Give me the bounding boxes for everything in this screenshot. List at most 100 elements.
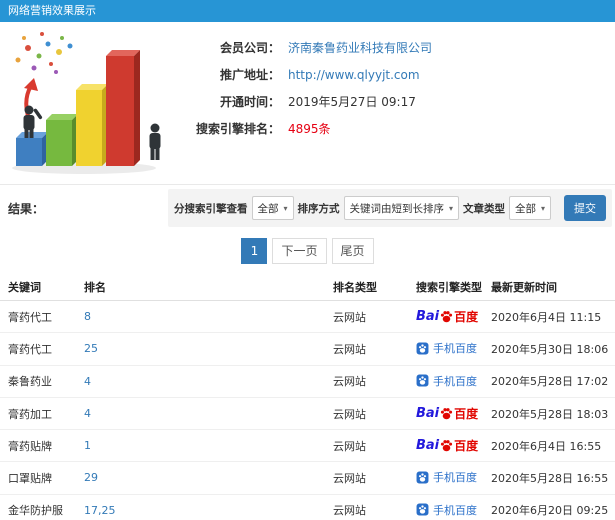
mobile-baidu-label: 手机百度 [433, 374, 477, 388]
updated-cell: 2020年6月20日 09:25 [487, 494, 615, 520]
company-name-link[interactable]: 济南秦鲁药业科技有限公司 [288, 39, 432, 56]
baidu-paw-icon [441, 440, 453, 452]
open-time-value: 2019年5月27日 09:17 [288, 95, 416, 109]
updated-cell: 2020年5月28日 18:03 [487, 397, 615, 430]
table-header-row: 关键词 排名 排名类型 搜索引擎类型 最新更新时间 [0, 274, 615, 301]
article-type-filter-value: 全部 [515, 202, 537, 215]
updated-cell: 2020年6月4日 16:55 [487, 429, 615, 462]
engine-cell: 手机百度 [412, 365, 487, 398]
mobile-baidu-logo: 手机百度 [416, 340, 477, 356]
rank-link[interactable]: 4 [84, 407, 91, 420]
rank-type-cell: 云网站 [329, 494, 412, 520]
keyword-cell: 口罩贴牌 [0, 461, 80, 495]
submit-button[interactable]: 提交 [564, 195, 606, 221]
rank-cell: 29 [80, 461, 329, 495]
chevron-down-icon: ▾ [449, 203, 454, 213]
engine-cell: 手机百度 [412, 461, 487, 495]
company-label: 会员公司： [219, 41, 280, 55]
rank-cell: 1 [80, 429, 329, 462]
table-row: 膏药代工 8 云网站 Bai 百度 2020年6月4日 11:15 [0, 300, 615, 333]
col-header-3: 排名类型 [329, 274, 412, 301]
keyword-cell: 秦鲁药业 [0, 365, 80, 398]
rank-type-cell: 云网站 [329, 461, 412, 495]
rank-cell: 4 [80, 365, 329, 398]
businessman-right-icon [149, 123, 161, 160]
rank-cell: 4 [80, 397, 329, 430]
engine-cell: 手机百度 [412, 494, 487, 520]
engine-filter-value: 全部 [257, 202, 279, 215]
rank-link[interactable]: 17,25 [84, 504, 116, 517]
next-page-button[interactable]: 下一页 [272, 238, 327, 264]
company-info: 会员公司： 济南秦鲁药业科技有限公司 推广地址： http://www.qlyy… [180, 34, 432, 142]
engine-filter-label: 分搜索引擎查看 [174, 202, 248, 215]
table-row: 口罩贴牌 29 云网站 手机百度 2020年5月28日 16:55 [0, 461, 615, 495]
baidu-logo: Bai 百度 [416, 308, 478, 325]
promo-url-label: 推广地址： [219, 68, 280, 82]
col-header-1: 关键词 [0, 274, 80, 301]
mobile-baidu-logo: 手机百度 [416, 502, 477, 518]
page-title: 网络营销效果展示 [8, 4, 96, 17]
engine-cell: Bai 百度 [412, 300, 487, 333]
field-promo-url: 推广地址： http://www.qlyyjt.com [180, 61, 432, 88]
mobile-baidu-label: 手机百度 [433, 471, 477, 484]
rank-link[interactable]: 25 [84, 342, 98, 355]
mobile-baidu-logo: 手机百度 [416, 373, 477, 389]
chevron-down-icon: ▾ [283, 203, 288, 213]
rank-type-cell: 云网站 [329, 397, 412, 430]
mobile-baidu-icon [416, 374, 429, 387]
rank-type-cell: 云网站 [329, 429, 412, 462]
table-row: 金华防护服 17,25 云网站 手机百度 2020年6月20日 09:25 [0, 494, 615, 520]
engine-cell: 手机百度 [412, 332, 487, 366]
titlebar: 网络营销效果展示 [0, 0, 615, 22]
keyword-ranking-table: 关键词 排名 排名类型 搜索引擎类型 最新更新时间 膏药代工 8 云网站 Bai 百度 2020年… [0, 274, 615, 520]
sort-filter-select[interactable]: 关键词由短到长排序 ▾ [343, 196, 460, 220]
page-button-1[interactable]: 1 [241, 238, 268, 264]
article-type-filter-select[interactable]: 全部 ▾ [509, 196, 552, 220]
open-time-label: 开通时间： [219, 95, 280, 109]
keyword-cell: 膏药代工 [0, 332, 80, 366]
mobile-baidu-label: 手机百度 [433, 503, 477, 517]
field-open-time: 开通时间： 2019年5月27日 09:17 [180, 88, 432, 115]
baidu-logo-latin: Bai [416, 438, 440, 453]
field-company: 会员公司： 济南秦鲁药业科技有限公司 [180, 34, 432, 61]
engine-cell: Bai 百度 [412, 429, 487, 462]
keyword-cell: 膏药加工 [0, 397, 80, 430]
confetti-dots-icon [15, 32, 73, 74]
chart-illustration [2, 26, 176, 176]
rank-link[interactable]: 1 [84, 439, 91, 452]
field-rank-count: 搜索引擎排名： 4895条 [180, 115, 432, 142]
mobile-baidu-label: 手机百度 [433, 342, 477, 355]
rank-link[interactable]: 4 [84, 375, 91, 388]
keyword-cell: 膏药贴牌 [0, 429, 80, 462]
pagination: 1 下一页 尾页 [0, 238, 615, 264]
updated-cell: 2020年6月4日 11:15 [487, 300, 615, 333]
rank-link[interactable]: 8 [84, 310, 91, 323]
rank-link[interactable]: 29 [84, 471, 98, 484]
col-header-4: 搜索引擎类型 [412, 274, 487, 301]
baidu-logo-latin: Bai [416, 309, 440, 324]
table-row: 膏药加工 4 云网站 Bai 百度 2020年5月28日 18:03 [0, 397, 615, 430]
rank-cell: 8 [80, 300, 329, 333]
results-label: 结果： [8, 202, 45, 216]
baidu-logo: Bai 百度 [416, 437, 478, 454]
updated-cell: 2020年5月28日 16:55 [487, 461, 615, 495]
chevron-down-icon: ▾ [541, 203, 546, 213]
baidu-logo-cn: 百度 [454, 310, 479, 324]
table-row: 膏药代工 25 云网站 手机百度 2020年5月30日 18:06 [0, 332, 615, 366]
rank-count-label: 搜索引擎排名： [195, 122, 280, 136]
col-header-5: 最新更新时间 [487, 274, 615, 301]
mobile-baidu-icon [416, 342, 429, 354]
last-page-button[interactable]: 尾页 [331, 238, 374, 264]
results-section-bar: 结果： 分搜索引擎查看 全部 ▾ 排序方式 关键词由短到长排序 ▾ 文章类型 全… [0, 184, 615, 230]
rank-type-cell: 云网站 [329, 300, 412, 333]
updated-cell: 2020年5月30日 18:06 [487, 332, 615, 366]
baidu-logo-cn: 百度 [454, 407, 479, 421]
promo-url-link[interactable]: http://www.qlyyjt.com [288, 68, 420, 82]
table-row: 秦鲁药业 4 云网站 手机百度 2020年5月28日 17:02 [0, 365, 615, 398]
engine-cell: Bai 百度 [412, 397, 487, 430]
rank-count-value: 4895条 [288, 122, 331, 136]
rank-cell: 17,25 [80, 494, 329, 520]
updated-cell: 2020年5月28日 17:02 [487, 365, 615, 398]
rank-cell: 25 [80, 332, 329, 366]
engine-filter-select[interactable]: 全部 ▾ [251, 196, 294, 220]
